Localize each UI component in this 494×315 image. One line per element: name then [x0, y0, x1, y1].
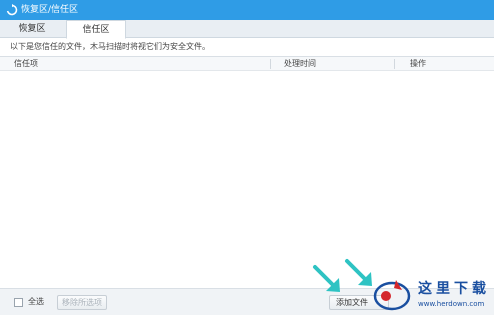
watermark: 这里下载 www.herdown.com [372, 270, 494, 315]
column-divider[interactable] [270, 59, 271, 69]
watermark-logo-icon [373, 280, 411, 311]
remove-selected-button[interactable]: 移除所选项 [57, 295, 107, 310]
trusted-items-table: 信任项 处理时间 操作 [0, 56, 494, 288]
tab-trust[interactable]: 信任区 [66, 20, 126, 39]
column-header-action[interactable]: 操作 [410, 57, 426, 71]
pointer-arrow-icon [313, 265, 340, 292]
select-all-checkbox[interactable] [14, 298, 23, 307]
refresh-icon [6, 4, 18, 16]
tab-restore[interactable]: 恢复区 [2, 20, 62, 38]
tab-bar: 恢复区 信任区 [0, 20, 494, 39]
column-header-trusted-item[interactable]: 信任项 [14, 57, 38, 71]
column-divider[interactable] [394, 59, 395, 69]
select-all-label[interactable]: 全选 [28, 297, 44, 307]
table-header: 信任项 处理时间 操作 [0, 57, 494, 71]
title-bar: 恢复区/信任区 [0, 0, 494, 20]
watermark-text: 这里下载 [418, 281, 490, 297]
column-header-process-time[interactable]: 处理时间 [284, 57, 316, 71]
watermark-url: www.herdown.com [418, 300, 485, 308]
window-title: 恢复区/信任区 [21, 5, 79, 15]
notice-text: 以下是您信任的文件，木马扫描时将视它们为安全文件。 [10, 42, 210, 51]
